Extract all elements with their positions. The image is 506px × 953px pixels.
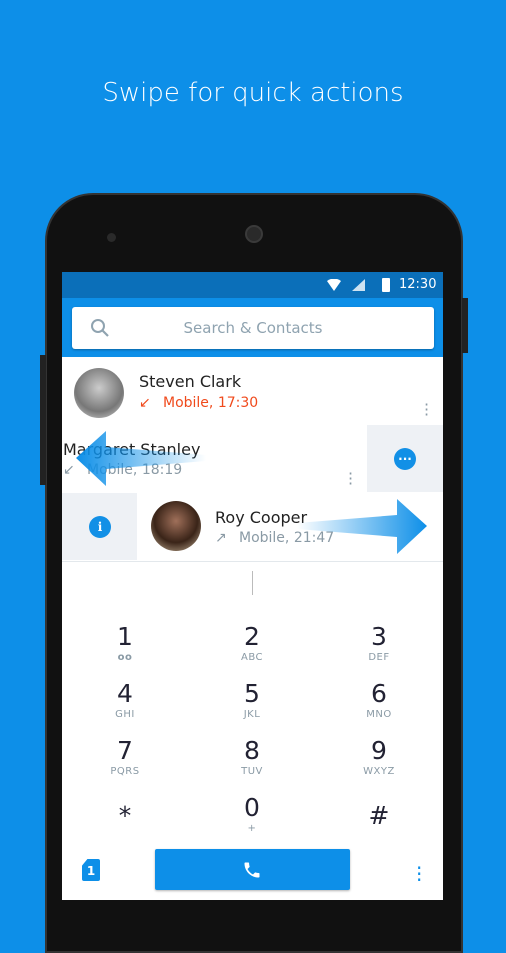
status-bar: 12:30 xyxy=(62,272,443,298)
key-digit: # xyxy=(368,801,390,830)
input-cursor[interactable] xyxy=(252,571,253,595)
screen: 12:30 Search & Contacts Steven Clark ↙ M… xyxy=(62,272,443,900)
key-letters: DEF xyxy=(368,652,390,663)
key-4[interactable]: 4 GHI xyxy=(65,679,185,720)
key-letters: JKL xyxy=(243,709,261,720)
more-icon[interactable]: · · · xyxy=(424,397,429,423)
power-button xyxy=(462,298,468,353)
search-input[interactable]: Search & Contacts xyxy=(72,307,434,349)
key-9[interactable]: 9 WXYZ xyxy=(319,736,439,777)
key-0[interactable]: 0 + xyxy=(192,793,312,834)
call-log-item[interactable]: Steven Clark ↙ Mobile, 17:30 · · · xyxy=(62,360,443,427)
key-digit: 0 xyxy=(244,793,260,822)
info-icon: i xyxy=(89,516,111,538)
key-3[interactable]: 3 DEF xyxy=(319,622,439,663)
message-icon: ··· xyxy=(394,448,416,470)
key-5[interactable]: 5 JKL xyxy=(192,679,312,720)
key-letters: + xyxy=(247,823,257,834)
outgoing-call-icon: ↗ xyxy=(215,530,227,546)
key-1[interactable]: 1 oo xyxy=(65,622,185,663)
headline: Swipe for quick actions xyxy=(102,78,404,108)
call-button[interactable] xyxy=(155,849,350,890)
avatar xyxy=(74,368,124,418)
call-detail: Mobile, 17:30 xyxy=(163,395,259,411)
sensor xyxy=(107,233,116,242)
wifi-icon xyxy=(327,279,341,291)
key-hash[interactable]: # xyxy=(319,793,439,831)
key-letters: WXYZ xyxy=(363,766,395,777)
key-letters: TUV xyxy=(241,766,263,777)
battery-icon xyxy=(382,278,390,292)
incoming-call-icon: ↙ xyxy=(63,462,75,478)
key-digit: 3 xyxy=(371,622,387,651)
search-area: Search & Contacts xyxy=(62,298,443,357)
message-action[interactable]: ··· xyxy=(367,425,443,492)
key-letters: GHI xyxy=(115,709,135,720)
info-action[interactable]: i xyxy=(62,493,137,560)
key-digit: 6 xyxy=(371,679,387,708)
key-digit: 9 xyxy=(371,736,387,765)
voicemail-icon: oo xyxy=(117,652,133,663)
camera xyxy=(245,225,263,243)
key-letters: MNO xyxy=(366,709,392,720)
key-digit: 4 xyxy=(117,679,133,708)
missed-call-icon: ↙ xyxy=(139,395,151,411)
key-6[interactable]: 6 MNO xyxy=(319,679,439,720)
more-options-icon[interactable]: · · · xyxy=(416,858,422,890)
key-letters: PQRS xyxy=(110,766,140,777)
contact-name: Roy Cooper xyxy=(215,508,308,527)
swipe-left-arrow-icon xyxy=(76,431,206,486)
signal-icon xyxy=(352,279,365,291)
volume-button xyxy=(40,355,46,485)
contact-name: Steven Clark xyxy=(139,372,242,391)
key-star[interactable]: * xyxy=(65,793,185,831)
key-2[interactable]: 2 ABC xyxy=(192,622,312,663)
sim-number: 1 xyxy=(86,864,96,878)
phone-icon xyxy=(244,862,260,878)
more-icon[interactable]: · · · xyxy=(348,466,353,492)
key-digit: 7 xyxy=(117,736,133,765)
search-placeholder: Search & Contacts xyxy=(183,319,323,337)
key-letters: ABC xyxy=(240,652,263,663)
key-digit: 8 xyxy=(244,736,260,765)
key-digit: 1 xyxy=(117,622,133,651)
status-time: 12:30 xyxy=(399,277,437,292)
key-7[interactable]: 7 PQRS xyxy=(65,736,185,777)
key-8[interactable]: 8 TUV xyxy=(192,736,312,777)
avatar xyxy=(151,501,201,551)
call-log-item[interactable]: Margaret Stanley ↙ Mobile, 18:19 ··· xyxy=(62,425,367,492)
key-digit: 5 xyxy=(244,679,260,708)
key-digit: 2 xyxy=(244,622,260,651)
divider xyxy=(62,561,443,562)
key-digit: * xyxy=(118,801,132,830)
sim-selector-button[interactable]: 1 xyxy=(82,859,100,881)
call-log-item[interactable]: Roy Cooper ↗ Mobile, 21:47 xyxy=(137,493,443,560)
swipe-right-arrow-icon xyxy=(297,499,427,554)
